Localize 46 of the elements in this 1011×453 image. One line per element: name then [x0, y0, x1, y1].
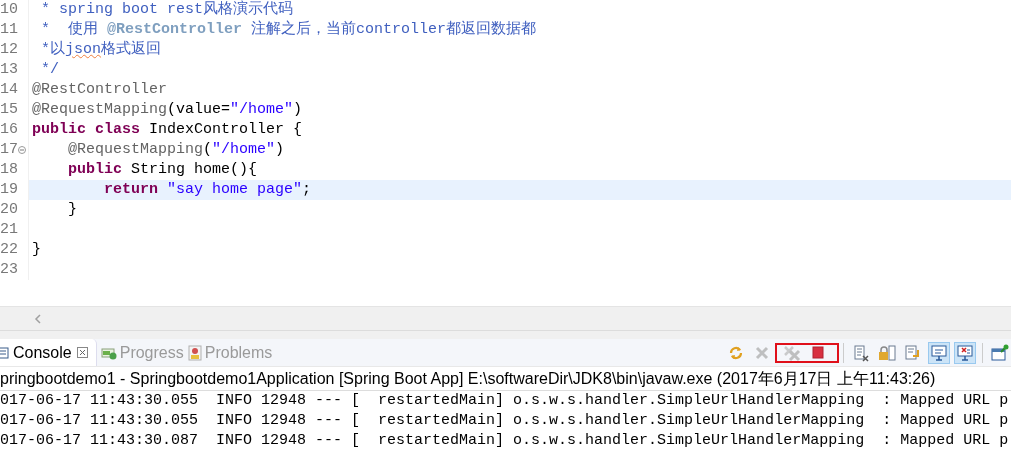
wrap-icon[interactable]	[904, 343, 922, 362]
code-line: public String home(){	[67, 161, 258, 178]
progress-icon	[100, 345, 117, 360]
line-number: 14	[0, 81, 18, 98]
view-tab[interactable]: Problems	[187, 339, 277, 366]
line-number: 15	[0, 101, 18, 118]
code-line: }	[67, 201, 77, 218]
monitor-icon[interactable]	[930, 343, 948, 362]
line-number: 11	[0, 21, 18, 38]
log-line: 017-06-17 11:43:30.087 INFO 12948 --- [ restartedMain] o.s.w.s.handler.SimpleUrlHandlerMapping : Mapped URL p	[0, 432, 1009, 449]
line-number: 20	[0, 201, 18, 218]
code-line: *以json格式返回	[40, 41, 162, 58]
code-line: }	[32, 241, 41, 258]
line-number: 16	[0, 121, 18, 138]
line-number: 23	[0, 261, 18, 278]
clear-console-icon[interactable]	[852, 343, 870, 362]
console-header: pringbootdemo1 - Springbootdemo1Application [Spring Boot App] E:\softwareDir\JDK8\bin\javaw.exe (2017年6月17日 上午11:43:26)	[0, 370, 936, 387]
problems-icon	[187, 344, 202, 361]
line-number: 17	[0, 141, 18, 158]
line-number: 13	[0, 61, 18, 78]
line-number: 21	[0, 221, 18, 238]
code-line: * spring boot rest风格演示代码	[40, 1, 294, 18]
line-number: 22	[0, 241, 18, 258]
code-line: @RestController	[32, 81, 168, 98]
view-tab[interactable]: Progress	[100, 339, 188, 366]
code-line: * 使用 @RestController 注解之后，当前controller都返回数据都	[40, 21, 537, 38]
pin-icon[interactable]	[991, 343, 1009, 362]
monitor-error-icon[interactable]	[956, 343, 974, 362]
line-number: 19	[0, 181, 18, 198]
code-line: public class IndexController {	[32, 121, 303, 138]
lock-icon[interactable]	[878, 343, 896, 362]
console-icon	[0, 345, 10, 360]
view-tab[interactable]: Console	[0, 339, 97, 366]
chevron-left-icon[interactable]	[34, 313, 42, 324]
log-line: 017-06-17 11:43:30.055 INFO 12948 --- [ restartedMain] o.s.w.s.handler.SimpleUrlHandlerMapping : Mapped URL p	[0, 392, 1009, 409]
code-line: @RequestMapping("/home")	[67, 141, 285, 158]
collapse-icon[interactable]	[18, 146, 26, 154]
horizontal-scrollbar[interactable]	[0, 306, 1011, 330]
close-icon[interactable]	[76, 347, 88, 358]
code-line: @RequestMapping(value="/home")	[32, 101, 303, 118]
log-line: 017-06-17 11:43:30.055 INFO 12948 --- [ restartedMain] o.s.w.s.handler.SimpleUrlHandlerMapping : Mapped URL p	[0, 412, 1009, 429]
code-line: return "say home page";	[103, 181, 312, 198]
line-number: 12	[0, 41, 18, 58]
code-line: */	[40, 61, 59, 78]
line-number: 10	[0, 1, 18, 18]
line-number: 18	[0, 161, 18, 178]
